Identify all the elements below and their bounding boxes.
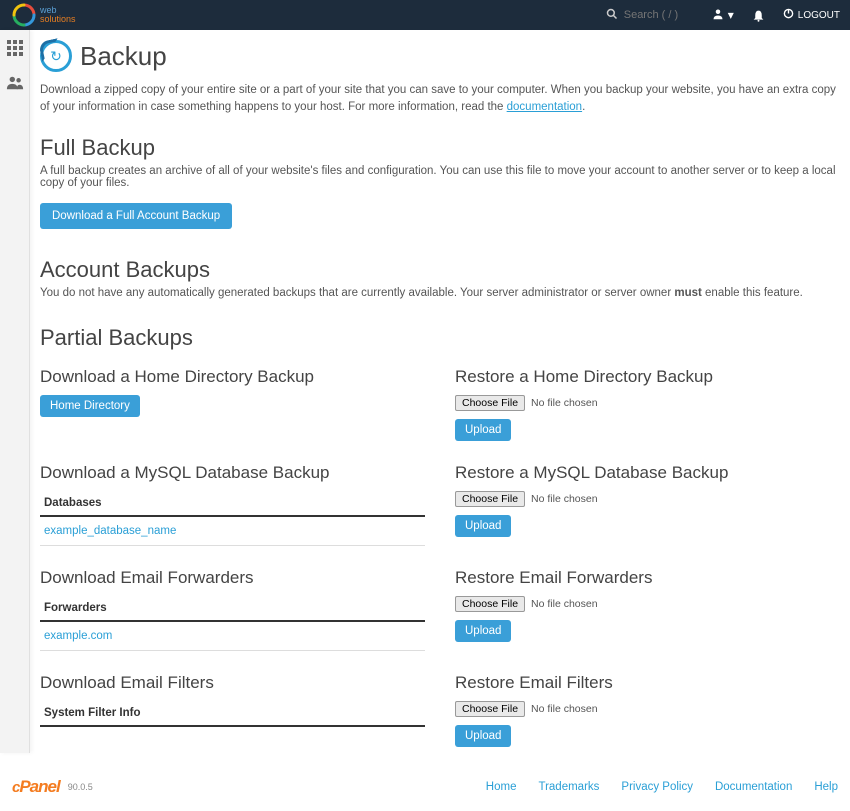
no-file-forwarders: No file chosen xyxy=(531,598,598,610)
download-home-heading: Download a Home Directory Backup xyxy=(40,367,425,387)
no-file-filters: No file chosen xyxy=(531,703,598,715)
choose-file-forwarders[interactable]: Choose File xyxy=(455,596,525,612)
restore-home-heading: Restore a Home Directory Backup xyxy=(455,367,840,387)
footer-version: 90.0.5 xyxy=(68,782,93,792)
upload-filters-button[interactable]: Upload xyxy=(455,725,511,747)
upload-home-button[interactable]: Upload xyxy=(455,419,511,441)
filters-table-header: System Filter Info xyxy=(40,701,425,727)
footer-privacy-link[interactable]: Privacy Policy xyxy=(621,781,693,793)
forwarder-link[interactable]: example.com xyxy=(44,630,112,642)
logout-label: LOGOUT xyxy=(798,10,840,21)
download-forwarders-heading: Download Email Forwarders xyxy=(40,568,425,588)
download-filters-heading: Download Email Filters xyxy=(40,673,425,693)
logo-icon xyxy=(10,1,38,29)
search-input[interactable] xyxy=(624,9,694,21)
cpanel-logo: cPanel xyxy=(12,777,60,797)
download-mysql-heading: Download a MySQL Database Backup xyxy=(40,463,425,483)
main-content: ↻ Backup Download a zipped copy of your … xyxy=(30,30,850,753)
top-bar: websolutions ▾ LOGOUT xyxy=(0,0,850,30)
restore-mysql-heading: Restore a MySQL Database Backup xyxy=(455,463,840,483)
no-file-home: No file chosen xyxy=(531,397,598,409)
upload-forwarders-button[interactable]: Upload xyxy=(455,620,511,642)
search-box[interactable] xyxy=(606,8,694,23)
account-backups-desc: You do not have any automatically genera… xyxy=(40,287,840,299)
footer-trademarks-link[interactable]: Trademarks xyxy=(538,781,599,793)
download-full-backup-button[interactable]: Download a Full Account Backup xyxy=(40,203,232,229)
footer-docs-link[interactable]: Documentation xyxy=(715,781,792,793)
sidebar xyxy=(0,30,30,753)
restore-filters-heading: Restore Email Filters xyxy=(455,673,840,693)
account-backups-heading: Account Backups xyxy=(40,257,840,283)
footer-help-link[interactable]: Help xyxy=(814,781,838,793)
footer-home-link[interactable]: Home xyxy=(486,781,517,793)
footer: cPanel 90.0.5 Home Trademarks Privacy Po… xyxy=(0,763,850,811)
choose-file-filters[interactable]: Choose File xyxy=(455,701,525,717)
backup-icon: ↻ xyxy=(40,40,72,72)
forwarders-table-header: Forwarders xyxy=(40,596,425,622)
caret-down-icon: ▾ xyxy=(728,8,734,22)
restore-forwarders-heading: Restore Email Forwarders xyxy=(455,568,840,588)
sidebar-users-icon[interactable] xyxy=(6,75,24,96)
choose-file-home[interactable]: Choose File xyxy=(455,395,525,411)
brand-logo: websolutions xyxy=(10,1,76,29)
logout-button[interactable]: LOGOUT xyxy=(783,8,840,22)
logo-text: websolutions xyxy=(40,6,76,24)
choose-file-mysql[interactable]: Choose File xyxy=(455,491,525,507)
full-backup-heading: Full Backup xyxy=(40,135,840,161)
documentation-link[interactable]: documentation xyxy=(507,101,582,113)
page-title: Backup xyxy=(80,41,167,72)
database-link[interactable]: example_database_name xyxy=(44,525,176,537)
search-icon xyxy=(606,8,618,23)
page-description: Download a zipped copy of your entire si… xyxy=(40,82,840,117)
user-icon xyxy=(712,8,724,23)
user-menu[interactable]: ▾ xyxy=(712,8,734,23)
no-file-mysql: No file chosen xyxy=(531,493,598,505)
full-backup-desc: A full backup creates an archive of all … xyxy=(40,165,840,189)
databases-table-header: Databases xyxy=(40,491,425,517)
sidebar-grid-icon[interactable] xyxy=(7,40,23,61)
upload-mysql-button[interactable]: Upload xyxy=(455,515,511,537)
logout-icon xyxy=(783,8,794,22)
notifications-icon[interactable] xyxy=(752,9,765,22)
home-directory-button[interactable]: Home Directory xyxy=(40,395,140,417)
partial-backups-heading: Partial Backups xyxy=(40,325,840,351)
table-row: example.com xyxy=(40,622,425,651)
table-row: example_database_name xyxy=(40,517,425,546)
